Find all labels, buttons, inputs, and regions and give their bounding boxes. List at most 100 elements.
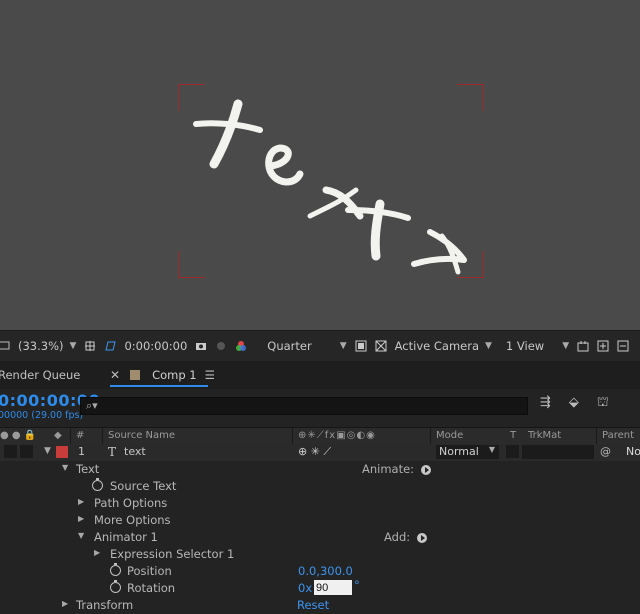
expand-triangle-icon[interactable]: ▶ — [94, 548, 100, 557]
close-icon[interactable]: ✕ — [110, 368, 120, 382]
reset-link[interactable]: Reset — [297, 598, 329, 612]
stopwatch-icon[interactable] — [92, 478, 103, 491]
property-row-path-options[interactable]: ▶ Path Options — [0, 495, 640, 512]
rotation-degrees-input[interactable] — [314, 580, 352, 595]
switches-header-icons[interactable]: ⊕✳⟋fx▣◎◐◉ — [298, 430, 376, 441]
property-row-rotation[interactable]: Rotation 0x ° — [0, 578, 640, 597]
draft-3d-icon[interactable]: ⬙ — [569, 395, 579, 412]
composition-mini-flowchart-icon[interactable]: ⇶ — [540, 395, 551, 412]
color-channels-icon[interactable] — [235, 340, 247, 352]
composition-viewer[interactable] — [0, 0, 640, 330]
show-snapshot-icon[interactable] — [215, 340, 227, 352]
comp-color-swatch — [130, 370, 141, 380]
animate-menu[interactable]: Animate: — [362, 462, 431, 476]
position-value[interactable]: 0.0,300.0 — [298, 564, 353, 578]
column-divider — [430, 428, 431, 444]
zoom-dropdown[interactable]: (33.3%) ▼ — [18, 339, 76, 353]
column-source-name[interactable]: Source Name — [108, 430, 175, 441]
monitor-icon[interactable] — [0, 340, 10, 352]
toggle-pixel-aspect-icon[interactable] — [577, 340, 589, 352]
trkmat-select[interactable] — [522, 445, 594, 459]
stopwatch-icon[interactable] — [110, 563, 121, 576]
active-tab-indicator — [110, 385, 208, 387]
av-features-header-icon[interactable]: ● ● 🔒 — [0, 430, 36, 441]
property-label: Animator 1 — [94, 530, 158, 544]
property-row-source-text[interactable]: Source Text — [0, 478, 640, 495]
timeline-toggle-icon[interactable] — [617, 340, 629, 352]
property-row-transform[interactable]: ▶ Transform Reset — [0, 597, 640, 614]
expand-triangle-icon[interactable]: ▶ — [78, 497, 84, 506]
expand-triangle-icon[interactable]: ▶ — [62, 599, 68, 608]
label-header-icon[interactable]: ◆ — [54, 430, 62, 441]
layer-search-input[interactable]: ⌕▾ — [80, 397, 528, 415]
camera-dropdown[interactable]: Active Camera ▼ — [395, 339, 492, 353]
preserve-transparency-toggle[interactable] — [506, 445, 519, 458]
column-divider — [292, 428, 293, 444]
viewer-toolbar: (33.3%) ▼ 0:00:00:00 Quarter ▼ Active Ca… — [0, 330, 640, 361]
layer-column-headers: ● ● 🔒 ◆ # Source Name ⊕✳⟋fx▣◎◐◉ Mode T T… — [0, 427, 640, 445]
timeline-frame-info: 00000 (29.00 fps) — [0, 410, 84, 421]
property-row-expression-selector[interactable]: ▶ Expression Selector 1 — [0, 546, 640, 563]
property-row-animator-1[interactable]: ▼ Animator 1 Add: — [0, 529, 640, 546]
property-label: Expression Selector 1 — [110, 547, 235, 561]
layer-expand-triangle[interactable]: ▼ — [44, 446, 51, 456]
layer-name[interactable]: text — [124, 445, 146, 458]
mask-visibility-icon[interactable] — [104, 340, 117, 352]
property-label: Path Options — [94, 496, 168, 510]
tab-render-queue[interactable]: Render Queue — [0, 368, 80, 382]
layer-mode-select[interactable]: Normal ▼ — [436, 445, 499, 459]
rotation-revolutions[interactable]: 0x — [298, 581, 312, 595]
camera-snapshot-icon[interactable] — [195, 340, 207, 352]
layer-switches[interactable]: ⊕ ✳ ⟋ — [298, 445, 331, 459]
transparency-grid-icon[interactable] — [375, 340, 387, 352]
tab-comp-1[interactable]: ✕ Comp 1 ☰ — [110, 368, 215, 382]
panel-menu-icon[interactable]: ☰ — [205, 368, 215, 382]
layer-mode-value: Normal — [439, 445, 479, 458]
column-parent[interactable]: Parent — [602, 430, 634, 441]
column-divider — [102, 428, 103, 444]
property-label: Rotation — [127, 581, 176, 595]
chevron-down-icon: ▼ — [488, 445, 495, 454]
column-t[interactable]: T — [510, 430, 516, 441]
column-divider — [70, 428, 71, 444]
add-menu-icon[interactable] — [416, 532, 427, 543]
chevron-down-icon: ▼ — [339, 341, 347, 351]
lock-toggle[interactable] — [20, 445, 33, 458]
chevron-down-icon: ▼ — [562, 341, 570, 351]
degree-symbol: ° — [354, 578, 360, 592]
stopwatch-icon[interactable] — [110, 580, 121, 593]
parent-value[interactable]: No — [626, 445, 640, 458]
animate-menu-icon[interactable] — [420, 464, 431, 475]
expand-triangle-icon[interactable]: ▼ — [78, 531, 84, 540]
fast-previews-icon[interactable] — [597, 340, 609, 352]
chevron-down-icon: ▼ — [69, 341, 77, 351]
layer-label-color[interactable] — [56, 446, 68, 458]
current-time[interactable]: 0:00:00:00 — [124, 339, 187, 353]
property-row-more-options[interactable]: ▶ More Options — [0, 512, 640, 529]
property-row-text[interactable]: ▼ Text Animate: — [0, 461, 640, 478]
property-row-position[interactable]: Position 0.0,300.0 — [0, 563, 640, 580]
shy-layers-icon[interactable]: ⛫ — [597, 395, 609, 412]
parent-pickwhip-icon[interactable]: @ — [600, 445, 611, 458]
expand-triangle-icon[interactable]: ▼ — [62, 463, 68, 472]
property-label: Source Text — [110, 479, 177, 493]
rendered-text-layer[interactable] — [180, 86, 486, 280]
resolution-dropdown[interactable]: Quarter ▼ — [267, 339, 346, 353]
column-trkmat[interactable]: TrkMat — [528, 430, 561, 441]
grid-icon[interactable] — [84, 340, 96, 352]
timeline-controls: 0:00:00:00 00000 (29.00 fps) ⌕▾ ⇶ ⬙ ⛫ — [0, 389, 640, 427]
chevron-down-icon: ▼ — [485, 341, 492, 351]
add-menu[interactable]: Add: — [384, 530, 427, 544]
search-icon: ⌕▾ — [86, 399, 98, 412]
video-toggle[interactable] — [4, 445, 17, 458]
column-mode[interactable]: Mode — [436, 430, 463, 441]
expand-triangle-icon[interactable]: ▶ — [78, 514, 84, 523]
region-of-interest-icon[interactable] — [355, 340, 367, 352]
property-label: More Options — [94, 513, 171, 527]
column-hash[interactable]: # — [76, 430, 84, 441]
view-layout-dropdown[interactable]: 1 View ▼ — [506, 339, 569, 353]
property-label: Position — [127, 564, 172, 578]
layer-row[interactable]: ▼ 1 T text ⊕ ✳ ⟋ Normal ▼ @ No — [0, 444, 640, 461]
resolution-value: Quarter — [267, 339, 312, 353]
zoom-value: (33.3%) — [18, 339, 64, 353]
